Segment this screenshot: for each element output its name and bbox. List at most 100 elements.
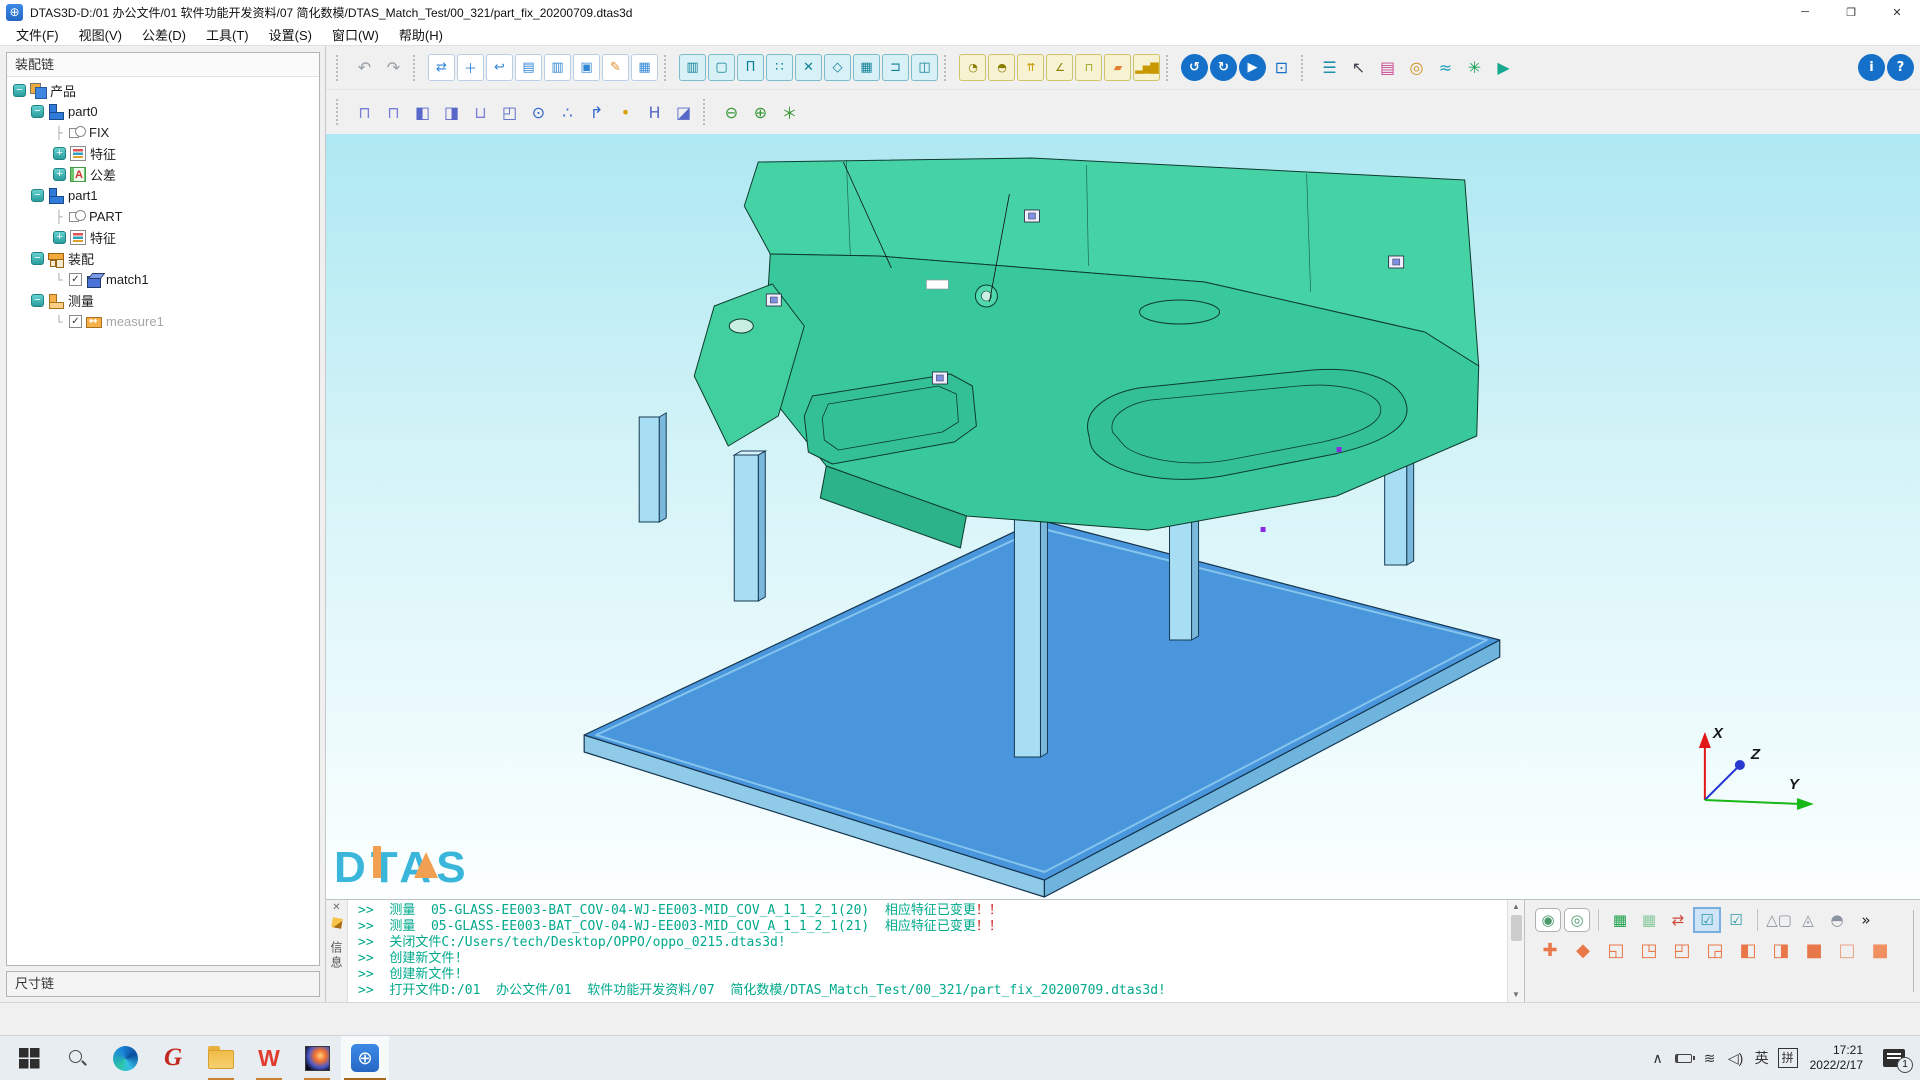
new-file-icon[interactable]: ＋ xyxy=(457,54,484,81)
log-scrollbar[interactable]: ▲ ▼ xyxy=(1507,900,1524,1002)
maximize-button[interactable]: ❐ xyxy=(1828,0,1874,24)
log-close-icon[interactable]: ✕ xyxy=(332,903,340,913)
menu-help[interactable]: 帮助(H) xyxy=(389,25,453,44)
tree-item-part1[interactable]: − part1 xyxy=(7,185,319,206)
edge-icon[interactable] xyxy=(101,1036,149,1080)
rotate-cw-icon[interactable]: ↻ xyxy=(1210,54,1237,81)
back-view-icon[interactable]: ◧ xyxy=(1733,937,1763,963)
histogram-icon[interactable]: ▂▅▇ xyxy=(1133,54,1160,81)
network-icon[interactable]: ≋ xyxy=(1697,1038,1723,1078)
stack-cylinder-icon[interactable]: ⊖ xyxy=(718,99,745,126)
tree-item-part0[interactable]: − part0 xyxy=(7,101,319,122)
basic-shapes-icon[interactable]: △▢ xyxy=(1766,908,1792,932)
minimize-button[interactable]: ─ xyxy=(1782,0,1828,24)
h-datum-icon[interactable]: H xyxy=(641,99,668,126)
tree-checkbox[interactable]: ✓ xyxy=(69,273,82,286)
tree-expander[interactable]: − xyxy=(31,294,44,307)
cad-g-app-icon[interactable]: G xyxy=(149,1036,197,1080)
tree-expander[interactable]: − xyxy=(31,105,44,118)
volume-icon[interactable]: ◁) xyxy=(1723,1038,1749,1078)
monitor-icon[interactable]: ⊡ xyxy=(1268,54,1295,81)
tree-item-feature1[interactable]: + 特征 xyxy=(7,227,319,248)
fixture-points-icon[interactable]: ⊔ xyxy=(467,99,494,126)
locator-pin-icon[interactable]: ⊙ xyxy=(525,99,552,126)
import-export-file-icon[interactable]: ⇄ xyxy=(428,54,455,81)
scroll-thumb[interactable] xyxy=(1511,915,1522,941)
start-button[interactable] xyxy=(5,1036,53,1080)
fit-view-icon[interactable]: ✚ xyxy=(1535,937,1565,963)
ime-indicator-pinyin[interactable]: 拼 xyxy=(1775,1038,1801,1078)
tree-item-match1[interactable]: └ ✓ match1 xyxy=(7,269,319,290)
dimension-chain-header[interactable]: 尺寸链 xyxy=(6,971,320,997)
folder-target-icon[interactable]: ◎ xyxy=(1403,54,1430,81)
grid-rotate-icon[interactable]: ⇄ xyxy=(1665,908,1691,932)
close-button[interactable]: ✕ xyxy=(1874,0,1920,24)
save-file-icon[interactable]: ▣ xyxy=(573,54,600,81)
menu-tolerance[interactable]: 公差(D) xyxy=(132,25,196,44)
redo-icon[interactable]: ↷ xyxy=(380,54,407,81)
cross-section-icon[interactable]: ✕ xyxy=(795,54,822,81)
mirror-planes-icon[interactable]: ◫ xyxy=(911,54,938,81)
undo-icon[interactable]: ↶ xyxy=(351,54,378,81)
edit-file-icon[interactable]: ✎ xyxy=(602,54,629,81)
log-tab-label[interactable]: 信息 xyxy=(328,941,345,971)
viewport-3d[interactable]: X Z Y DTAS xyxy=(326,134,1920,899)
tree-expander[interactable]: − xyxy=(31,252,44,265)
tree-item-measure[interactable]: − 测量 xyxy=(7,290,319,311)
bench-tolerance-icon[interactable]: ⊓ xyxy=(1075,54,1102,81)
flip-right-icon[interactable]: ◨ xyxy=(438,99,465,126)
fixture-bench2-icon[interactable]: ⊓ xyxy=(380,99,407,126)
chart-file-icon[interactable]: ▥ xyxy=(544,54,571,81)
support-table-icon[interactable]: Π xyxy=(737,54,764,81)
iso-view-icon[interactable]: ◆ xyxy=(1568,937,1598,963)
cube-blue-icon[interactable]: ◪ xyxy=(670,99,697,126)
play-analysis-icon[interactable]: ▶ xyxy=(1239,54,1266,81)
tree-item-fix[interactable]: ├ FIX xyxy=(7,122,319,143)
summary-file-icon[interactable]: ▦ xyxy=(631,54,658,81)
bottom-view-icon[interactable]: ◨ xyxy=(1766,937,1796,963)
scroll-up-icon[interactable]: ▲ xyxy=(1512,901,1520,913)
grid-outline-icon[interactable]: ▦ xyxy=(1636,908,1662,932)
shapes-target-icon[interactable]: ◬ xyxy=(1795,908,1821,932)
file-explorer-icon[interactable] xyxy=(197,1036,245,1080)
flip-left-icon[interactable]: ◧ xyxy=(409,99,436,126)
right-view-icon[interactable]: ◰ xyxy=(1667,937,1697,963)
tree-expander[interactable]: + xyxy=(53,231,66,244)
stack-cylinder2-icon[interactable]: ⊕ xyxy=(747,99,774,126)
angle-measure-icon[interactable]: ∠ xyxy=(1046,54,1073,81)
tree-item-measure1[interactable]: └ ✓ measure1 xyxy=(7,311,319,332)
match-check2-icon[interactable]: ☑ xyxy=(1723,908,1749,932)
front-view-icon[interactable]: ◱ xyxy=(1601,937,1631,963)
tree-expander[interactable]: + xyxy=(53,147,66,160)
grid-filled-icon[interactable]: ▦ xyxy=(1607,908,1633,932)
info-circle-icon[interactable]: i xyxy=(1858,54,1885,81)
layout-list-icon[interactable]: ☰ xyxy=(1316,54,1343,81)
report-file-icon[interactable]: ▤ xyxy=(515,54,542,81)
branch-arrow-icon[interactable]: ↱ xyxy=(583,99,610,126)
tree-expander[interactable]: + xyxy=(53,168,66,181)
show-all-icon[interactable]: ◉ xyxy=(1535,908,1561,932)
wps-office-icon[interactable]: W xyxy=(245,1036,293,1080)
clamp-icon[interactable]: ⊐ xyxy=(882,54,909,81)
shaded-view-icon[interactable]: ■ xyxy=(1865,937,1895,963)
tree-checkbox[interactable]: ✓ xyxy=(69,315,82,328)
menu-view[interactable]: 视图(V) xyxy=(69,25,132,44)
rotate-ccw-icon[interactable]: ↺ xyxy=(1181,54,1208,81)
left-view-icon[interactable]: ◲ xyxy=(1700,937,1730,963)
tree-item-feature0[interactable]: + 特征 xyxy=(7,143,319,164)
solid-view-icon[interactable]: ■ xyxy=(1799,937,1829,963)
point-cloud-icon[interactable]: ∷ xyxy=(766,54,793,81)
datum-arrows-icon[interactable]: ⇈ xyxy=(1017,54,1044,81)
photos-app-icon[interactable] xyxy=(293,1036,341,1080)
notification-center-button[interactable]: 1 xyxy=(1872,1038,1916,1078)
open-file-icon[interactable]: ↩ xyxy=(486,54,513,81)
scroll-down-icon[interactable]: ▼ xyxy=(1512,989,1520,1001)
snowflake-icon[interactable]: ＊ xyxy=(776,99,803,126)
wave-icon[interactable]: ≈ xyxy=(1432,54,1459,81)
mesh-grid-icon[interactable]: ▦ xyxy=(853,54,880,81)
lang-indicator-en[interactable]: 英 xyxy=(1749,1038,1775,1078)
menu-window[interactable]: 窗口(W) xyxy=(322,25,389,44)
window-columns-icon[interactable]: ▥ xyxy=(679,54,706,81)
log-clear-icon[interactable] xyxy=(331,917,343,929)
tree-item-assembly[interactable]: − 装配 xyxy=(7,248,319,269)
